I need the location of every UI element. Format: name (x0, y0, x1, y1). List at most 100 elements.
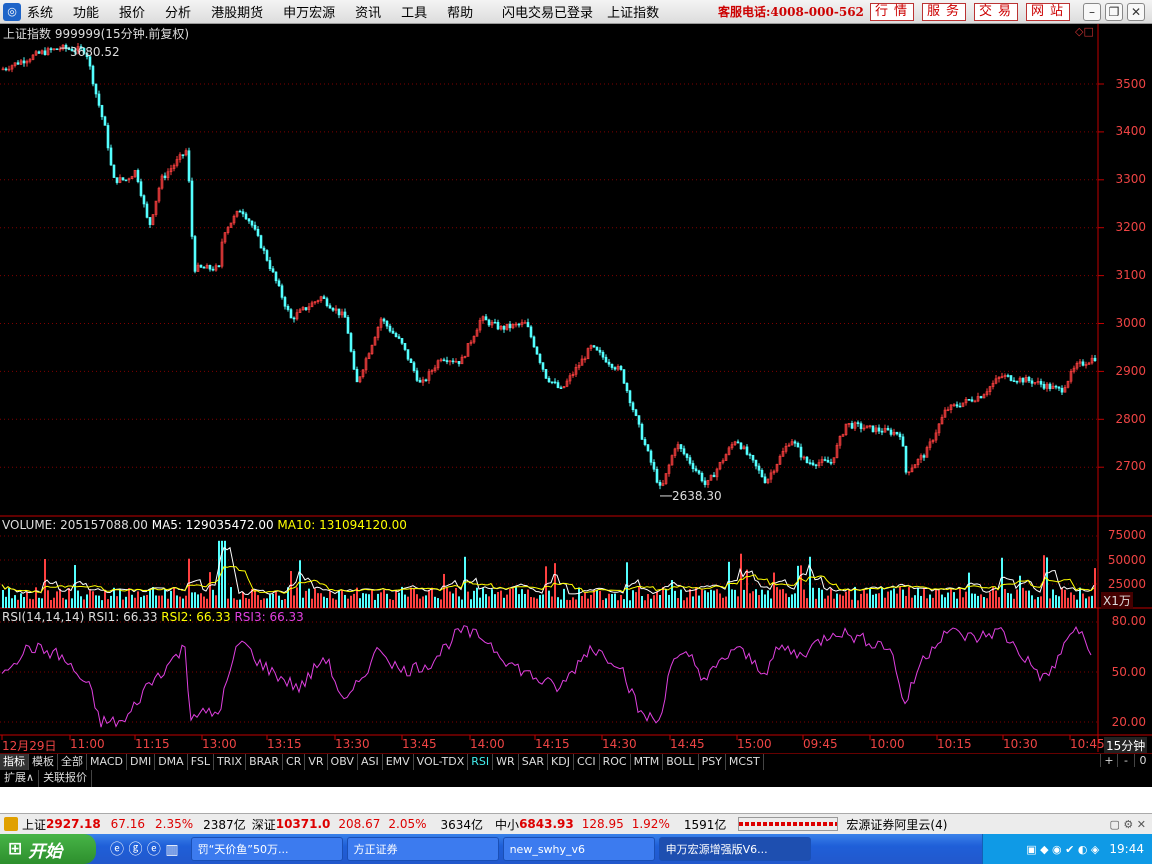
indicator-tab-emv[interactable]: EMV (383, 754, 414, 770)
indicator-tab-wr[interactable]: WR (493, 754, 519, 770)
minimize-icon[interactable]: – (1083, 3, 1101, 21)
indicator-tab-fsl[interactable]: FSL (188, 754, 214, 770)
candle-body (829, 462, 833, 464)
candle-body (625, 382, 629, 392)
candle-body (424, 379, 428, 382)
trade-button[interactable]: 交易 (974, 3, 1018, 21)
volume-bar (833, 598, 835, 608)
volume-bar (497, 591, 499, 608)
indicator-tab-mtm[interactable]: MTM (631, 754, 664, 770)
indicator-tab-mcst[interactable]: MCST (726, 754, 764, 770)
volume-bar (14, 595, 16, 608)
menu-item-tools[interactable]: 工具 (401, 2, 427, 21)
candle-body (685, 453, 689, 458)
restore-icon[interactable]: ❐ (1105, 3, 1123, 21)
status-icons[interactable]: ▢ ⚙ ✕ (1110, 818, 1146, 831)
volume-bar (650, 598, 652, 608)
indicator-tab-trix[interactable]: TRIX (214, 754, 247, 770)
indicator-tab-kdj[interactable]: KDJ (548, 754, 574, 770)
volume-bar (803, 589, 805, 608)
indicator-tab-macd[interactable]: MACD (87, 754, 127, 770)
quick-launch-icons[interactable]: ⓔ ⓖ ⓔ ▥ (110, 839, 179, 859)
volume-bar (350, 595, 352, 608)
indicator-tab-vr[interactable]: VR (305, 754, 328, 770)
close-icon[interactable]: ✕ (1127, 3, 1145, 21)
volume-bar (554, 563, 556, 608)
volume-bar (953, 592, 955, 608)
zoom-out-button[interactable]: - (1117, 754, 1134, 767)
volume-bar (80, 596, 82, 608)
candle-body (289, 309, 293, 319)
market-button[interactable]: 行情 (870, 3, 914, 21)
volume-bar (317, 593, 319, 608)
website-button[interactable]: 网站 (1026, 3, 1070, 21)
zx-index-amount: 1591亿 (683, 817, 727, 832)
broker-server[interactable]: 宏源证券阿里云(4) (846, 816, 947, 833)
candle-body (799, 446, 803, 458)
tray-icons[interactable]: ▣ ◆ ◉ ✔ ◐ ◈ (1026, 843, 1099, 856)
menu-item-help[interactable]: 帮助 (447, 2, 473, 21)
volume-bar (986, 598, 988, 608)
volume-bar (662, 587, 664, 608)
tab-expand[interactable]: 扩展∧ (0, 770, 40, 787)
indicator-tab-cci[interactable]: CCI (574, 754, 600, 770)
menu-item-swhy[interactable]: 申万宏源 (283, 2, 335, 21)
candle-body (538, 353, 542, 363)
task-swhy[interactable]: 申万宏源增强版V6... (658, 837, 811, 861)
volume-bar (86, 594, 88, 608)
indicator-tab-sar[interactable]: SAR (519, 754, 549, 770)
volume-bar (548, 590, 550, 608)
indicator-tab-psy[interactable]: PSY (699, 754, 726, 770)
reset-button[interactable]: 0 (1134, 754, 1151, 767)
volume-bar (929, 594, 931, 608)
menu-item-system[interactable]: 系统 (27, 2, 53, 21)
candle-body (697, 470, 701, 474)
volume-bar (173, 587, 175, 608)
menu-item-news[interactable]: 资讯 (355, 2, 381, 21)
start-button[interactable]: ⊞ 开始 (0, 834, 96, 864)
indicator-tab-vol-tdx[interactable]: VOL-TDX (414, 754, 469, 770)
zoom-in-button[interactable]: + (1100, 754, 1117, 767)
chart-canvas[interactable] (0, 24, 1152, 752)
flash-trade-status[interactable]: 闪电交易已登录 (502, 6, 593, 21)
indicator-tab-brar[interactable]: BRAR (246, 754, 284, 770)
chart-settings-icon[interactable]: ◇□ (1075, 25, 1094, 38)
candle-body (523, 322, 527, 324)
market-icon[interactable] (4, 817, 18, 831)
menu-item-quote[interactable]: 报价 (119, 2, 145, 21)
menu-item-hk-futures[interactable]: 港股期货 (211, 2, 263, 21)
indicator-tab-cr[interactable]: CR (283, 754, 306, 770)
task-founder[interactable]: 方正证券 (346, 837, 499, 861)
menu-item-function[interactable]: 功能 (73, 2, 99, 21)
task-browser[interactable]: 罚“天价鱼”50万... (190, 837, 343, 861)
volume-bar (326, 597, 328, 608)
task-folder[interactable]: new_swhy_v6 (502, 837, 655, 861)
indicator-tab-dma[interactable]: DMA (155, 754, 188, 770)
indicator-tab-全部[interactable]: 全部 (58, 754, 87, 770)
indicator-tab-obv[interactable]: OBV (328, 754, 358, 770)
indicator-tab-rsi[interactable]: RSI (468, 754, 494, 770)
menu-item-analysis[interactable]: 分析 (165, 2, 191, 21)
chart-area[interactable]: 上证指数 999999(15分钟.前复权) ◇□ 3680.52 2638.30… (0, 24, 1152, 754)
volume-bar (839, 594, 841, 608)
volume-bar (740, 553, 742, 608)
period-label[interactable]: 15分钟 (1104, 737, 1148, 754)
tab-related-quotes[interactable]: 关联报价 (39, 770, 93, 787)
indicator-tab-boll[interactable]: BOLL (663, 754, 699, 770)
service-button[interactable]: 服务 (922, 3, 966, 21)
volume-bar (989, 592, 991, 608)
expand-panel (0, 787, 1152, 813)
volume-bar (782, 589, 784, 608)
indicator-tab-dmi[interactable]: DMI (127, 754, 156, 770)
candle-body (271, 268, 275, 273)
volume-ma5-line (1, 546, 1095, 596)
indicator-tab-roc[interactable]: ROC (600, 754, 631, 770)
volume-bar (1013, 598, 1015, 608)
indicator-tab-模板[interactable]: 模板 (29, 754, 58, 770)
candle-body (145, 203, 149, 218)
volume-bar (410, 587, 412, 608)
indicator-tab-指标[interactable]: 指标 (0, 754, 29, 770)
volume-bar (761, 589, 763, 608)
candle-body (148, 217, 152, 225)
indicator-tab-asi[interactable]: ASI (358, 754, 383, 770)
